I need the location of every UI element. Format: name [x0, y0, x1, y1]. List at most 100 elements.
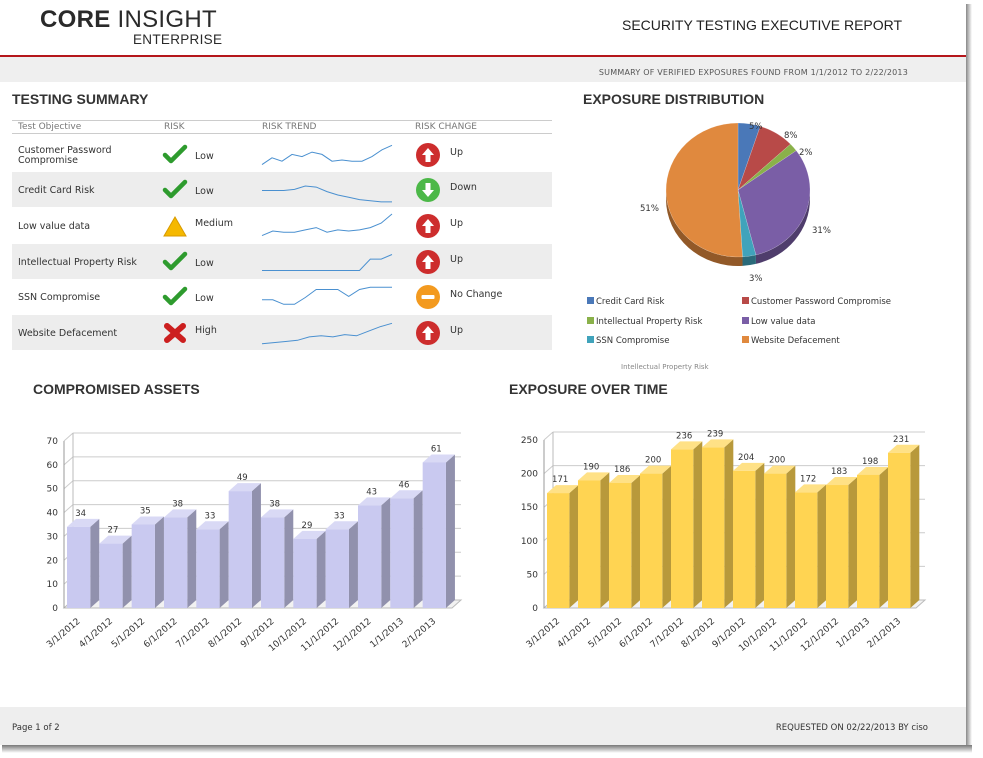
table-row: Customer Password Compromise Low Up [12, 137, 552, 172]
bar-side [600, 472, 610, 608]
bar-value-label: 29 [302, 521, 313, 531]
legend-swatch [742, 336, 749, 343]
x-tick-label: 2/1/2013 [401, 617, 438, 651]
column-header-risk-trend: RISK TREND [262, 122, 317, 132]
bar-value-label: 198 [862, 457, 878, 467]
x-tick-label: 5/1/2012 [110, 617, 147, 651]
brand-logo: CORE INSIGHT [40, 6, 217, 34]
bar [196, 529, 220, 608]
x-tick-label: 6/1/2012 [618, 617, 655, 651]
legend-item: Credit Card Risk [587, 297, 664, 307]
bar-value-label: 35 [140, 507, 151, 517]
risk-change-label: Down [450, 182, 477, 193]
bar-side [910, 444, 920, 608]
bar-side [755, 462, 765, 608]
column-header-risk-change: RISK CHANGE [415, 122, 477, 132]
bar-value-label: 33 [205, 511, 216, 521]
y-tick-label: 0 [52, 604, 58, 614]
y-tick-label: 100 [521, 537, 538, 547]
legend-swatch [742, 317, 749, 324]
pie-value-label: 2% [799, 148, 813, 158]
x-tick-label: 4/1/2012 [556, 617, 593, 651]
bar [702, 447, 725, 608]
legend-item: Customer Password Compromise [742, 297, 891, 307]
bar [228, 491, 252, 608]
test-objective: Customer Password Compromise [18, 145, 112, 166]
bar-value-label: 46 [399, 480, 410, 490]
grid-line [63, 480, 74, 490]
exposure-over-time-title: EXPOSURE OVER TIME [509, 381, 668, 397]
y-tick-label: 40 [47, 509, 59, 519]
bar [826, 485, 849, 608]
bar-value-label: 38 [269, 499, 280, 509]
legend-item: Intellectual Property Risk [587, 317, 702, 327]
bar-value-label: 190 [583, 462, 599, 472]
bar-value-label: 200 [645, 456, 661, 466]
bar [99, 543, 123, 608]
exposure-over-time-chart: 0 50 100 150 200 250 171 3/1/2012 190 4/1/2012 186… [521, 429, 927, 654]
x-tick-label: 3/1/2012 [45, 617, 82, 651]
arrow-up-icon [416, 143, 440, 167]
bar [888, 452, 911, 608]
bar-value-label: 49 [237, 473, 248, 483]
risk-label: Low [195, 293, 214, 304]
y-tick-label: 70 [47, 437, 59, 447]
risk-label: Medium [195, 218, 233, 229]
legend-item: Website Defacement [742, 336, 840, 346]
legend-swatch [742, 297, 749, 304]
bar [547, 493, 570, 608]
column-header-risk: RISK [164, 122, 185, 132]
bar-side [251, 483, 261, 608]
arrow-up-icon [416, 321, 440, 345]
risk-trend-sparkline [262, 185, 392, 203]
test-objective: SSN Compromise [18, 292, 101, 303]
legend-label: Low value data [751, 317, 816, 327]
bar [390, 498, 414, 608]
bar [671, 449, 694, 608]
bar-side [693, 441, 703, 608]
exposure-pie-chart [665, 122, 811, 267]
bar [764, 473, 787, 608]
x-tick-label: 1/1/2013 [369, 617, 406, 651]
test-objective: Website Defacement [18, 328, 118, 339]
test-objective: Intellectual Property Risk [18, 257, 137, 268]
legend-swatch [587, 317, 594, 324]
bar-side [786, 465, 796, 608]
page-shadow-right [966, 4, 972, 745]
table-row: Credit Card Risk Low Down [12, 172, 552, 207]
bar [422, 462, 446, 608]
legend-label: Customer Password Compromise [751, 297, 892, 307]
pie-slice [665, 122, 743, 258]
legend-item: SSN Compromise [587, 336, 669, 346]
x-tick-label: 7/1/2012 [175, 617, 212, 651]
bar-side [817, 484, 827, 608]
arrow-down-icon [416, 178, 440, 202]
brand-subtitle: ENTERPRISE [133, 32, 223, 47]
bar [131, 524, 155, 608]
bar-side [381, 497, 391, 608]
y-tick-label: 10 [47, 580, 59, 590]
pie-value-label: 5% [749, 122, 763, 132]
legend-label: Credit Card Risk [596, 297, 665, 307]
bar-value-label: 204 [738, 453, 754, 463]
risk-label: Low [195, 151, 214, 162]
y-tick-label: 20 [47, 556, 59, 566]
risk-trend-sparkline [262, 286, 392, 305]
brand-name-light: INSIGHT [117, 6, 217, 33]
x-tick-label: 4/1/2012 [78, 617, 115, 651]
legend-item: Low value data [742, 317, 816, 327]
bar-value-label: 231 [893, 435, 909, 445]
risk-change-label: Up [450, 218, 463, 229]
y-tick-label: 250 [521, 436, 538, 446]
pie-value-label: 31% [812, 226, 831, 236]
pie-value-label: 51% [640, 204, 659, 214]
y-tick-label: 30 [47, 532, 59, 542]
check-icon [162, 144, 188, 164]
risk-change-label: Up [450, 254, 463, 265]
page-number: Page 1 of 2 [12, 723, 60, 733]
cross-icon [164, 323, 186, 343]
y-tick-label: 50 [527, 570, 539, 580]
x-tick-label: 3/1/2012 [525, 617, 562, 651]
bar-value-label: 38 [172, 499, 183, 509]
bar-value-label: 171 [552, 475, 568, 485]
